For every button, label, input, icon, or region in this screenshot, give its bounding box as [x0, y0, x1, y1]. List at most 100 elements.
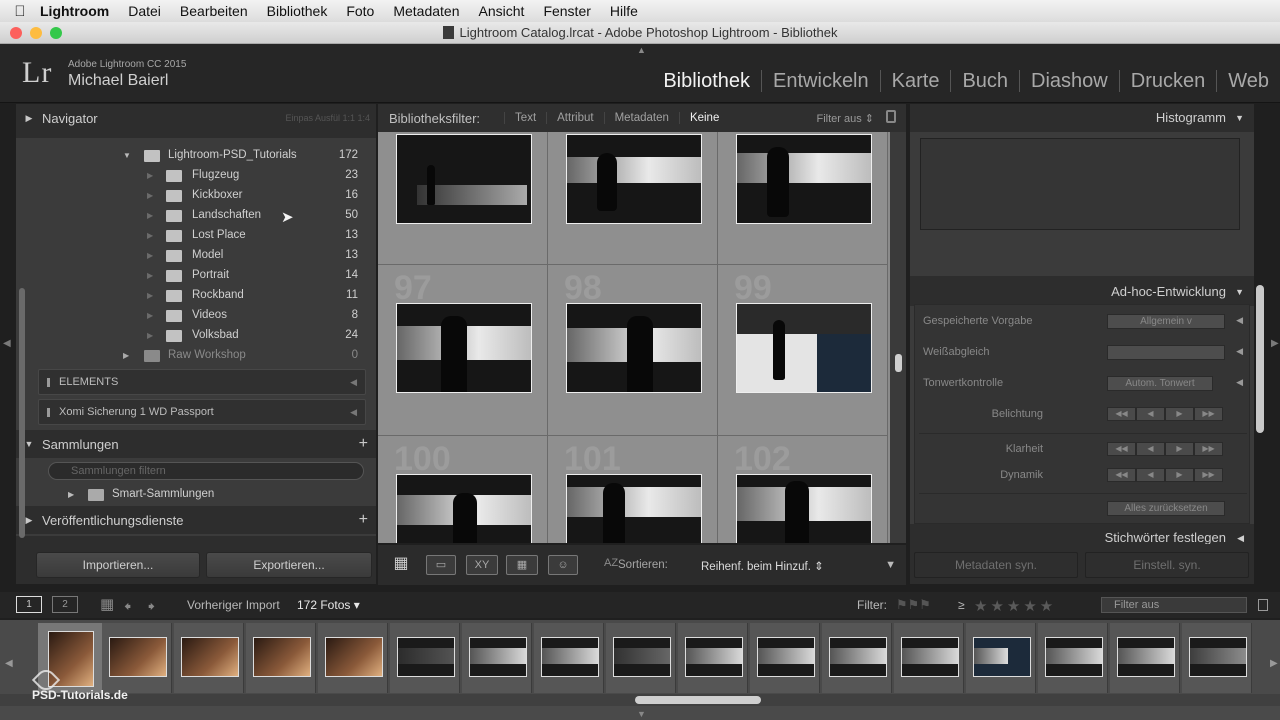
filmstrip-cell[interactable]	[174, 623, 244, 693]
survey-view-button[interactable]: ▦	[506, 555, 538, 575]
close-window-button[interactable]	[10, 27, 22, 39]
menu-bibliothek[interactable]: Bibliothek	[267, 3, 328, 19]
folder-row-landschaften[interactable]: ▶ Landschaften 50 ➤	[16, 206, 376, 226]
histogram-header[interactable]: Histogramm ▼	[910, 104, 1254, 132]
clarity-increase-large-button[interactable]: ▶▶	[1194, 442, 1223, 456]
photo-thumbnail[interactable]	[396, 303, 532, 393]
auto-tone-button[interactable]: Autom. Tonwert	[1107, 376, 1213, 391]
vibrance-decrease-button[interactable]: ◀	[1136, 468, 1165, 482]
left-panel-toggle-icon[interactable]: ◀	[3, 338, 11, 349]
filmstrip-cell[interactable]	[318, 623, 388, 693]
photo-thumbnail[interactable]	[736, 134, 872, 224]
minimize-window-button[interactable]	[30, 27, 42, 39]
photo-thumbnail[interactable]	[566, 474, 702, 543]
collection-search-input[interactable]: Sammlungen filtern	[48, 462, 364, 480]
filmstrip-cell[interactable]	[822, 623, 892, 693]
filmstrip-thumbnail[interactable]	[1117, 637, 1175, 677]
clarity-decrease-large-button[interactable]: ◀◀	[1107, 442, 1136, 456]
folder-row-raw-workshop[interactable]: ▶ Raw Workshop 0	[16, 346, 376, 366]
menu-lightroom[interactable]: Lightroom	[40, 3, 109, 19]
source-label[interactable]: Vorheriger Import	[187, 598, 280, 612]
grid-view-icon[interactable]: ▦	[100, 595, 114, 613]
exposure-decrease-large-button[interactable]: ◀◀	[1107, 407, 1136, 421]
filmstrip-right-icon[interactable]: ▶	[1270, 658, 1278, 669]
folder-row-flugzeug[interactable]: ▶ Flugzeug 23	[16, 166, 376, 186]
filmstrip-cell[interactable]	[1038, 623, 1108, 693]
filmstrip-left-icon[interactable]: ◀	[5, 658, 13, 669]
module-diashow[interactable]: Diashow	[1019, 70, 1119, 92]
folder-row-volksbad[interactable]: ▶ Volksbad 24	[16, 326, 376, 346]
filter-tab-text[interactable]: Text	[504, 112, 546, 124]
grid-cell[interactable]: 99	[718, 265, 888, 436]
folder-row-lost-place[interactable]: ▶ Lost Place 13	[16, 226, 376, 246]
collapse-triangle-icon[interactable]: ▼	[123, 151, 131, 160]
people-view-icon[interactable]: ☺	[548, 555, 578, 575]
filmstrip-thumbnail[interactable]	[1189, 637, 1247, 677]
smart-collections-row[interactable]: ▶ Smart-Sammlungen	[16, 485, 376, 505]
photo-thumbnail[interactable]	[736, 303, 872, 393]
rating-operator[interactable]: ≥	[958, 598, 965, 612]
filmstrip-cell[interactable]	[750, 623, 820, 693]
sync-metadata-button[interactable]: Metadaten syn.	[914, 552, 1078, 578]
main-screen-button[interactable]: 1	[16, 596, 42, 613]
saved-preset-select[interactable]: Allgemein v	[1107, 314, 1225, 329]
expand-triangle-icon[interactable]: ▶	[68, 490, 74, 499]
vibrance-decrease-large-button[interactable]: ◀◀	[1107, 468, 1136, 482]
module-drucken[interactable]: Drucken	[1118, 70, 1216, 92]
grid-scrollbar-track[interactable]	[890, 132, 906, 543]
filmstrip-thumbnail[interactable]	[829, 637, 887, 677]
secondary-screen-button[interactable]: 2	[52, 596, 78, 613]
sort-direction-icon[interactable]: AZ	[604, 557, 618, 569]
filmstrip-cell[interactable]	[462, 623, 532, 693]
grid-scrollbar-thumb[interactable]	[895, 354, 902, 372]
exposure-decrease-button[interactable]: ◀	[1136, 407, 1165, 421]
grid-cell[interactable]: 100	[378, 436, 548, 543]
grid-cell[interactable]: 101	[548, 436, 718, 543]
filter-lock-icon[interactable]	[1258, 599, 1268, 611]
menu-hilfe[interactable]: Hilfe	[610, 3, 638, 19]
add-publish-service-icon[interactable]: +	[359, 511, 368, 529]
reset-all-button[interactable]: Alles zurücksetzen	[1107, 501, 1225, 516]
expand-triangle-icon[interactable]: ◀	[1236, 315, 1243, 326]
photo-thumbnail[interactable]	[566, 134, 702, 224]
filmstrip-cell[interactable]	[246, 623, 316, 693]
module-web[interactable]: Web	[1216, 70, 1280, 92]
collections-header[interactable]: ▼ Sammlungen +	[16, 430, 376, 458]
photo-thumbnail[interactable]	[736, 474, 872, 543]
toolbar-menu-icon[interactable]: ▼	[885, 559, 896, 571]
menu-fenster[interactable]: Fenster	[543, 3, 590, 19]
filmstrip-filter-select[interactable]: Filter aus	[1101, 597, 1247, 613]
menu-foto[interactable]: Foto	[346, 3, 374, 19]
folder-row-kickboxer[interactable]: ▶ Kickboxer 16	[16, 186, 376, 206]
clarity-increase-button[interactable]: ▶	[1165, 442, 1194, 456]
filmstrip-thumbnail[interactable]	[109, 637, 167, 677]
back-arrow-icon[interactable]: 🠸	[124, 596, 131, 620]
apple-icon[interactable]: 	[0, 3, 40, 20]
filmstrip-thumbnail[interactable]	[541, 637, 599, 677]
filmstrip-thumbnail[interactable]	[685, 637, 743, 677]
forward-arrow-icon[interactable]: 🠺	[148, 596, 155, 620]
filmstrip-thumbnail[interactable]	[901, 637, 959, 677]
filmstrip-thumbnail[interactable]	[325, 637, 383, 677]
filmstrip-cell[interactable]	[894, 623, 964, 693]
white-balance-select[interactable]	[1107, 345, 1225, 360]
folder-row-model[interactable]: ▶ Model 13	[16, 246, 376, 266]
vibrance-increase-large-button[interactable]: ▶▶	[1194, 468, 1223, 482]
quick-develop-header[interactable]: Ad-hoc-Entwicklung ▼	[910, 278, 1254, 306]
export-button[interactable]: Exportieren...	[206, 552, 372, 578]
folder-row-rockband[interactable]: ▶ Rockband 11	[16, 286, 376, 306]
grid-cell[interactable]: 98	[548, 265, 718, 436]
menu-metadaten[interactable]: Metadaten	[393, 3, 459, 19]
add-collection-icon[interactable]: +	[359, 435, 368, 453]
filmstrip-cell[interactable]	[678, 623, 748, 693]
sort-select[interactable]: Reihenf. beim Hinzuf. ⇕	[701, 559, 824, 573]
menu-ansicht[interactable]: Ansicht	[479, 3, 525, 19]
photo-count-select[interactable]: 172 Fotos ▾	[297, 598, 360, 612]
filmstrip-cell[interactable]	[606, 623, 676, 693]
loupe-view-button[interactable]: ▭	[426, 555, 456, 575]
volume-elements[interactable]: ELEMENTS ◀	[38, 369, 366, 395]
grid-cell[interactable]	[718, 132, 888, 265]
bottom-panel-toggle-icon[interactable]: ▼	[637, 709, 646, 719]
grid-cell[interactable]	[548, 132, 718, 265]
top-panel-toggle-icon[interactable]: ▲	[637, 45, 646, 55]
